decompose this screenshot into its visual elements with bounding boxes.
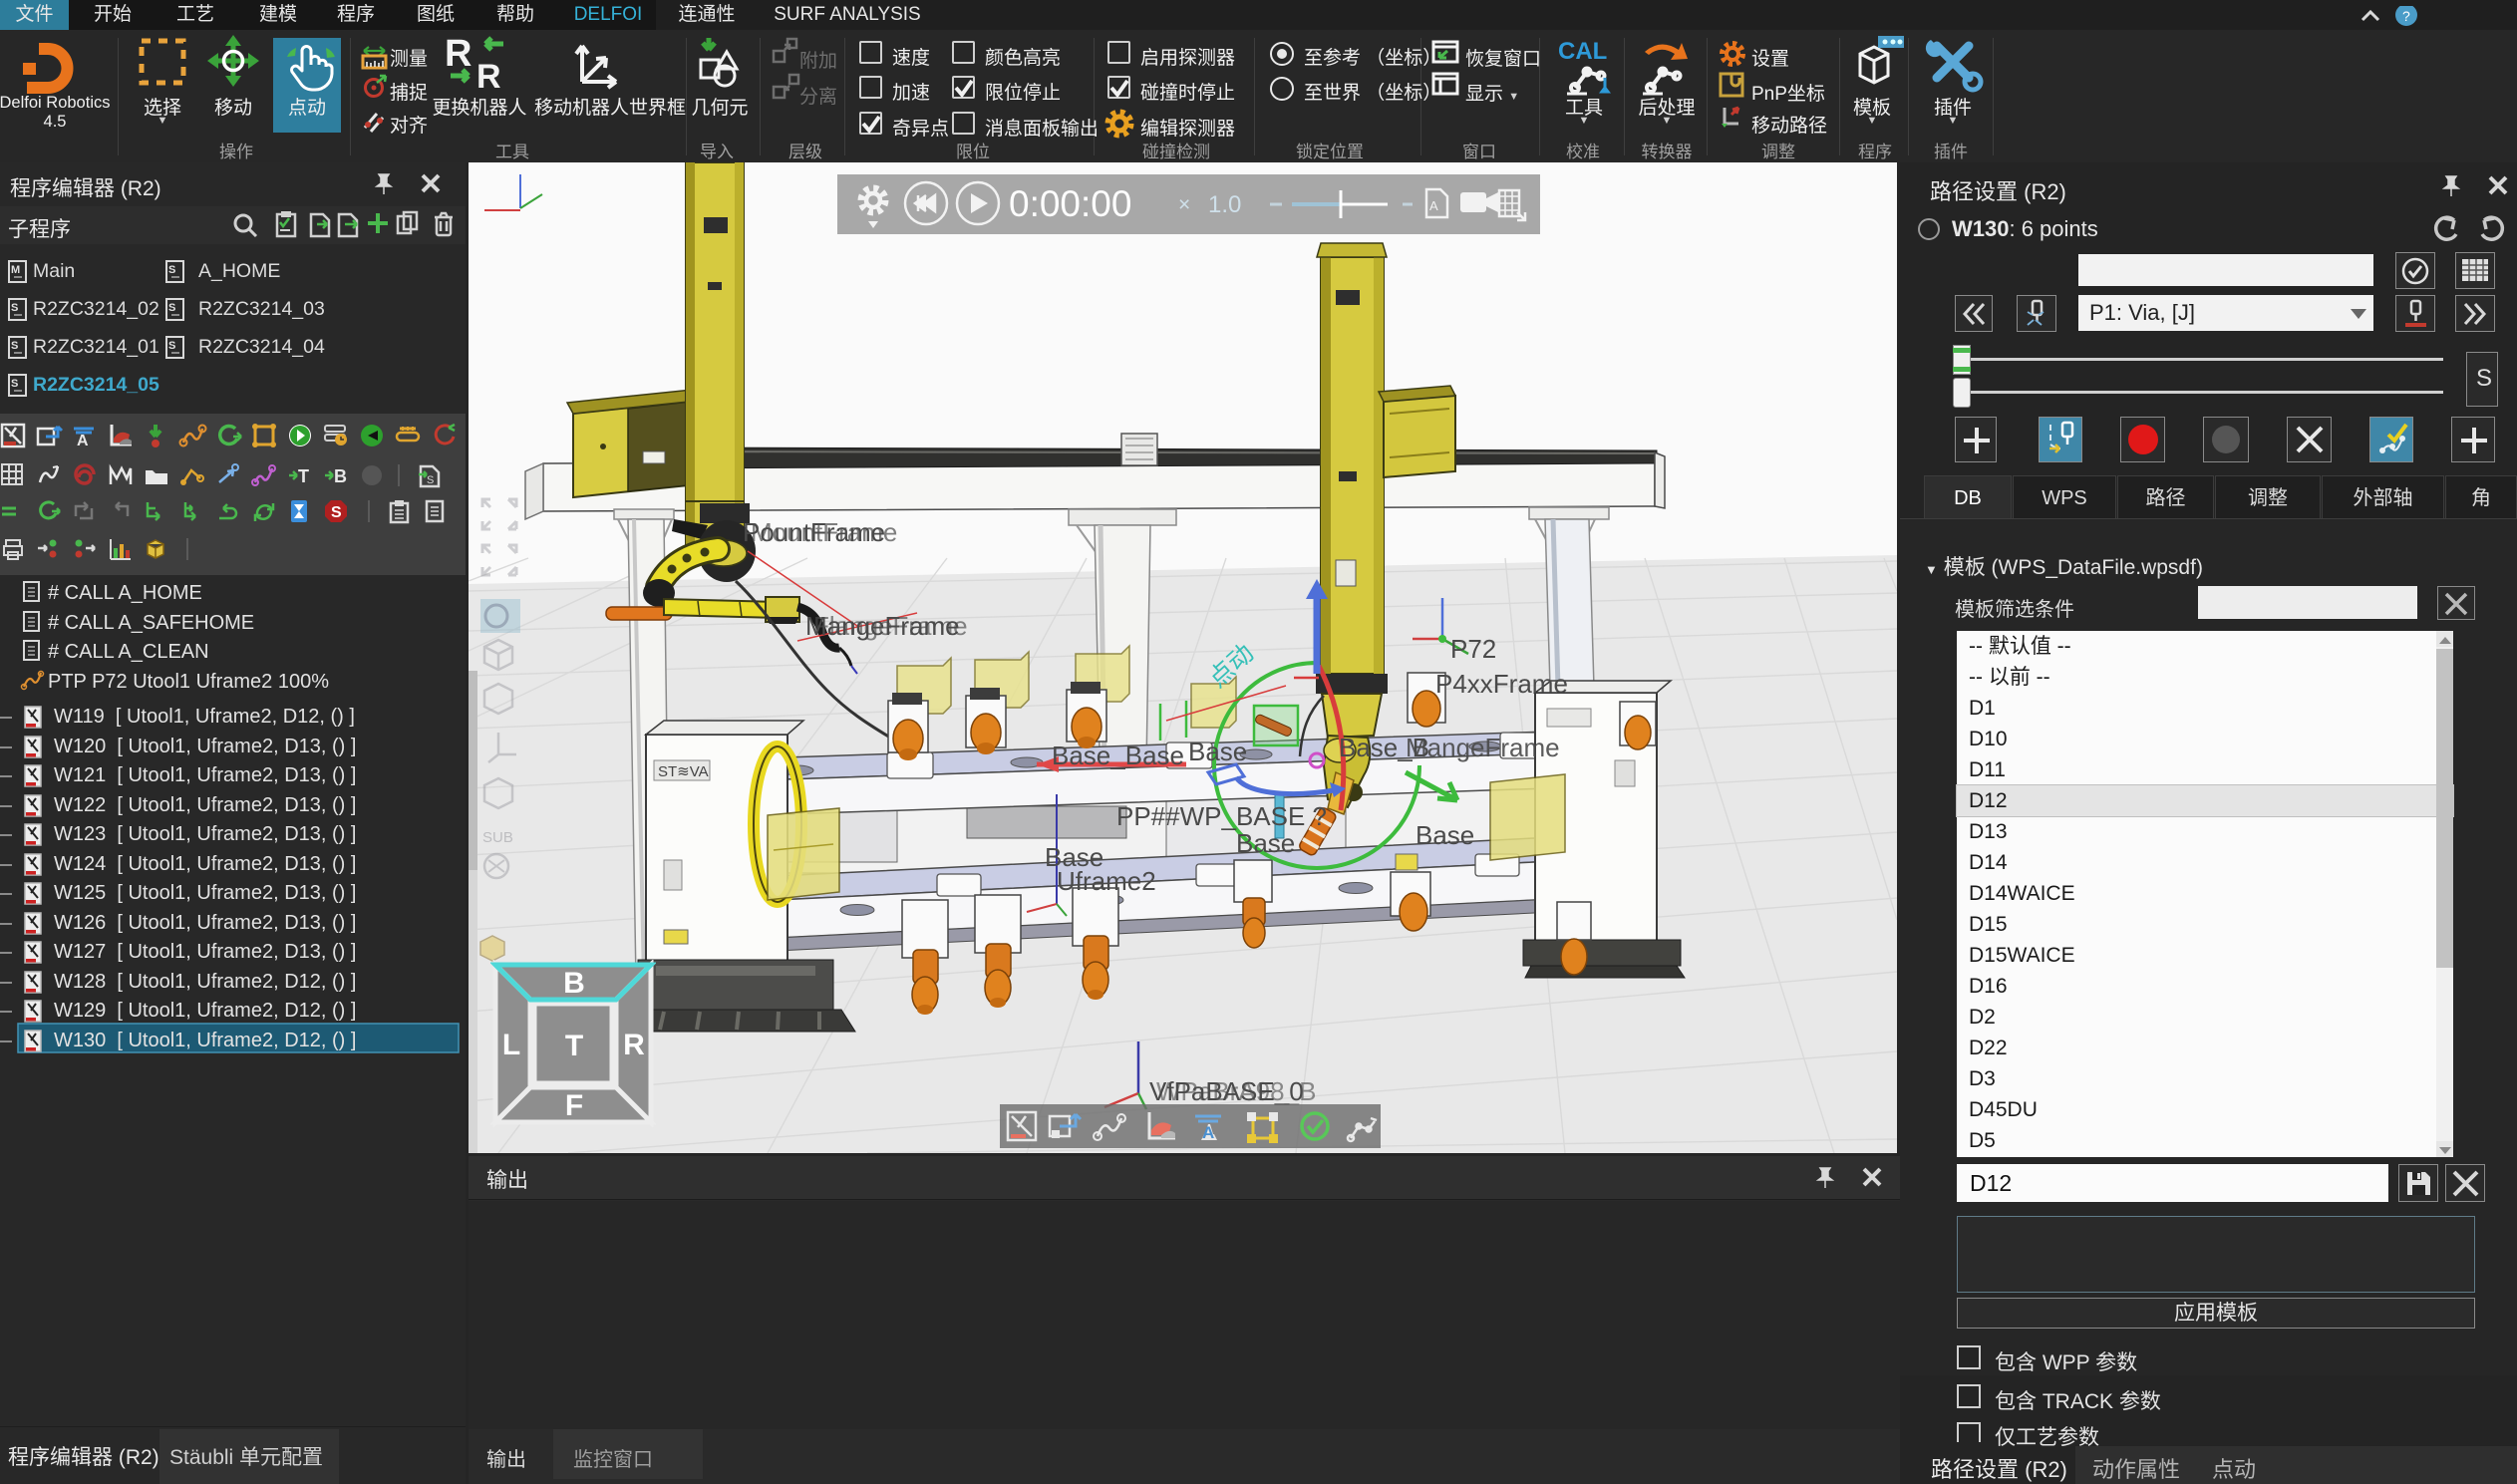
- svg-text:CAL: CAL: [1558, 38, 1607, 65]
- svg-text:# CALL A_CLEAN: # CALL A_CLEAN: [48, 641, 209, 663]
- svg-text:Uframe2: Uframe2: [1057, 866, 1156, 896]
- svg-text:M: M: [11, 264, 20, 276]
- svg-text:0:00:00: 0:00:00: [1009, 183, 1131, 224]
- svg-text:Base: Base: [1236, 828, 1295, 858]
- svg-text:R: R: [445, 33, 472, 75]
- svg-text:PTP P72 Utool1 Uframe2 100%: PTP P72 Utool1 Uframe2 100%: [48, 671, 329, 693]
- svg-text:S: S: [11, 302, 18, 314]
- svg-text:S: S: [168, 302, 175, 314]
- svg-text:?: ?: [2402, 8, 2410, 24]
- svg-text:T: T: [565, 1030, 583, 1062]
- svg-text:L: L: [502, 1029, 520, 1061]
- svg-text:P72: P72: [1450, 634, 1496, 664]
- svg-text:T: T: [298, 466, 309, 486]
- svg-text:MangeFrame: MangeFrame: [1406, 733, 1560, 762]
- svg-text:ST≋VA: ST≋VA: [658, 763, 709, 780]
- svg-text:S: S: [427, 474, 434, 486]
- svg-text:MountFrame: MountFrame: [751, 517, 897, 547]
- svg-text:WPaBrA98_B: WPaBrA98_B: [1156, 1076, 1316, 1106]
- svg-text:P4xxFrame: P4xxFrame: [1435, 669, 1568, 699]
- svg-text:PP##WP_BASE ?: PP##WP_BASE ?: [1116, 801, 1327, 831]
- svg-text:A: A: [77, 433, 89, 449]
- svg-text:SUB: SUB: [482, 829, 513, 846]
- svg-text:R: R: [476, 58, 501, 96]
- svg-text:S: S: [168, 340, 175, 352]
- svg-text:Base: Base: [1416, 820, 1474, 850]
- svg-text:F: F: [565, 1089, 583, 1122]
- svg-text:R: R: [623, 1029, 645, 1061]
- svg-text:B: B: [334, 466, 347, 486]
- svg-text:Base: Base: [1188, 737, 1247, 766]
- svg-text:# CALL A_SAFEHOME: # CALL A_SAFEHOME: [48, 612, 254, 634]
- svg-text:FlangeFrame: FlangeFrame: [813, 611, 968, 641]
- svg-text:×: ×: [1178, 193, 1190, 216]
- svg-text:# CALL A_HOME: # CALL A_HOME: [48, 582, 202, 604]
- svg-text:S: S: [11, 378, 18, 390]
- svg-text:B: B: [563, 967, 585, 1000]
- svg-text:Base_Base: Base_Base: [1052, 741, 1184, 770]
- svg-text:1.0: 1.0: [1208, 191, 1241, 218]
- svg-text:S: S: [11, 340, 18, 352]
- svg-text:S: S: [168, 264, 175, 276]
- svg-text:S: S: [331, 504, 342, 521]
- svg-text:A: A: [1202, 1123, 1214, 1142]
- svg-text:A: A: [1429, 198, 1438, 213]
